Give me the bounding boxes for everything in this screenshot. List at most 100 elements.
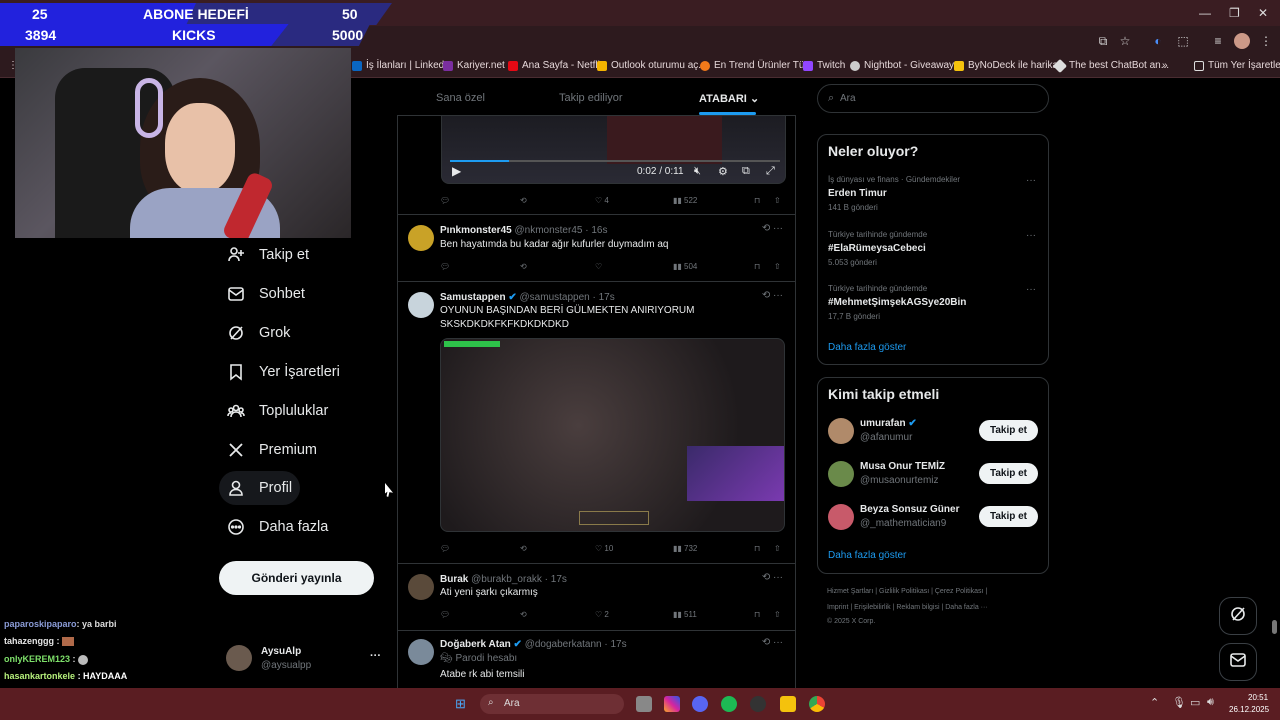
avatar[interactable] — [828, 504, 854, 530]
discord-icon[interactable] — [692, 696, 708, 712]
bookmark-chatbot[interactable]: The best ChatBot an... — [1052, 58, 1169, 73]
all-bookmarks[interactable]: Tüm Yer İşaretleri — [1194, 60, 1280, 71]
show-more-link[interactable]: Daha fazla göster — [828, 342, 906, 353]
install-icon[interactable]: ⧉ — [1095, 33, 1111, 49]
search-input[interactable]: ⌕ Ara — [817, 84, 1049, 113]
follow-button[interactable]: Takip et — [979, 463, 1038, 484]
messages-fab-button[interactable] — [1219, 643, 1257, 681]
account-more-button[interactable]: ··· — [370, 650, 381, 662]
post[interactable]: Burak @burakb_orakk · 17s ⟲ ··· Ati yeni… — [398, 564, 795, 631]
share-icon[interactable]: ⇧ — [774, 262, 781, 271]
tab-atabari[interactable]: ATABARI ⌄ — [699, 92, 759, 105]
instagram-icon[interactable] — [664, 696, 680, 712]
star-icon[interactable]: ☆ — [1117, 33, 1133, 49]
like-icon[interactable]: ♡ 2 — [595, 610, 609, 619]
views-icon[interactable]: ▮▮ 511 — [673, 610, 697, 619]
grok-fab-button[interactable] — [1219, 597, 1257, 635]
post-author[interactable]: Burak @burakb_orakk · 17s — [440, 574, 567, 585]
clock-time[interactable]: 20:51 — [1248, 693, 1268, 702]
repost-icon[interactable]: ⟲ — [520, 610, 527, 619]
tab-search-icon[interactable]: ≡ — [1210, 33, 1226, 49]
reply-icon[interactable]: 💬︎ — [440, 544, 450, 553]
bookmark-bynodeck[interactable]: ByNoDeck ile harika... — [954, 60, 1066, 71]
show-more-link[interactable]: Daha fazla göster — [828, 550, 906, 561]
trend-more-button[interactable]: ··· — [1026, 175, 1036, 186]
post-more-button[interactable]: ⟲ ··· — [762, 290, 783, 301]
avatar[interactable] — [828, 461, 854, 487]
trend-more-button[interactable]: ··· — [1026, 284, 1036, 295]
post[interactable]: Pınkmonster45 @nkmonster45 · 16s ⟲ ··· B… — [398, 215, 795, 282]
share-icon[interactable]: ⇧ — [774, 196, 781, 205]
follow-button[interactable]: Takip et — [979, 420, 1038, 441]
tray-chevron-icon[interactable]: ⌃ — [1150, 696, 1159, 709]
bookmark-outlook[interactable]: Outlook oturumu aç... — [597, 60, 707, 71]
trend-title[interactable]: #ElaRümeysaCebeci — [828, 243, 926, 254]
nav-more[interactable]: Daha fazla — [219, 510, 336, 544]
bookmark-icon[interactable]: ⊓ — [754, 610, 760, 619]
microphone-icon[interactable]: 🎙︎ — [1172, 696, 1186, 709]
footer-links[interactable]: Imprint | Erişilebilirlik | Reklam bilgi… — [827, 604, 988, 611]
post-video[interactable]: ▶ 0:02 / 0:11 🔇︎ ⚙ ⧉ ⤢ 💬︎ ⟲ ♡ 4 ▮▮ 522 ⊓… — [398, 116, 795, 215]
views-icon[interactable]: ▮▮ 732 — [673, 544, 697, 553]
nav-follow[interactable]: Takip et — [219, 238, 317, 272]
chrome-icon[interactable] — [809, 696, 825, 712]
like-icon[interactable]: ♡ 10 — [595, 544, 613, 553]
extension-icon[interactable]: ◐ — [1150, 33, 1166, 49]
trend-title[interactable]: #MehmetŞimşekAGSye20Bin — [828, 297, 966, 308]
who-name[interactable]: Beyza Sonsuz Güner — [860, 504, 959, 515]
avatar[interactable] — [408, 574, 434, 600]
reply-icon[interactable]: 💬︎ — [440, 610, 450, 619]
fullscreen-icon[interactable]: ⤢ — [766, 165, 775, 178]
bookmark-netflix[interactable]: Ana Sayfa - Netflix — [508, 60, 605, 71]
post-more-button[interactable]: ⟲ ··· — [762, 637, 783, 648]
video-player[interactable]: ▶ 0:02 / 0:11 🔇︎ ⚙ ⧉ ⤢ — [441, 116, 786, 184]
puzzle-icon[interactable]: ⬚ — [1175, 33, 1191, 49]
post-button[interactable]: Gönderi yayınla — [219, 561, 374, 595]
nav-communities[interactable]: Topluluklar — [219, 394, 336, 428]
avatar[interactable] — [408, 225, 434, 251]
account-avatar[interactable] — [226, 645, 252, 671]
menu-icon[interactable]: ⋮ — [1258, 33, 1274, 49]
bookmark-kariyer[interactable]: Kariyer.net — [443, 60, 505, 71]
bookmark-icon[interactable]: ⊓ — [754, 262, 760, 271]
play-icon[interactable]: ▶ — [452, 164, 461, 178]
tab-for-you[interactable]: Sana özel — [436, 92, 485, 104]
trend-title[interactable]: Erden Timur — [828, 188, 887, 199]
nav-premium[interactable]: Premium — [219, 433, 325, 467]
spotify-icon[interactable] — [721, 696, 737, 712]
reply-icon[interactable]: 💬︎ — [440, 262, 450, 271]
close-icon[interactable]: ✕ — [1258, 6, 1268, 20]
nav-grok[interactable]: Grok — [219, 316, 298, 350]
settings-icon[interactable]: ⚙ — [718, 165, 728, 178]
bookmark-twitch[interactable]: Twitch — [803, 60, 845, 71]
pip-icon[interactable]: ⧉ — [742, 165, 750, 178]
views-icon[interactable]: ▮▮ 522 — [673, 196, 697, 205]
footer-links[interactable]: Hizmet Şartları | Gizlilik Politikası | … — [827, 588, 987, 595]
volume-icon[interactable]: 🔊︎ — [1207, 696, 1214, 709]
views-icon[interactable]: ▮▮ 504 — [673, 262, 697, 271]
tab-following[interactable]: Takip ediliyor — [559, 92, 623, 104]
repost-icon[interactable]: ⟲ — [520, 196, 527, 205]
mute-icon[interactable]: 🔇︎ — [694, 165, 701, 178]
avatar[interactable] — [408, 292, 434, 318]
bookmark-linkedin[interactable]: İş İlanları | LinkedIn — [352, 60, 453, 71]
taskbar-search[interactable]: ⌕ Ara — [480, 694, 624, 714]
scrollbar-thumb[interactable] — [1272, 620, 1277, 634]
who-name[interactable]: umurafan ✔ — [860, 418, 917, 429]
windows-start-icon[interactable]: ⊞ — [455, 696, 466, 712]
bookmark-trendyol[interactable]: En Trend Ürünler Tü... — [700, 60, 813, 71]
post-image[interactable] — [440, 338, 785, 532]
profile-avatar[interactable] — [1234, 33, 1250, 49]
minimize-icon[interactable]: — — [1199, 6, 1211, 20]
nav-bookmarks[interactable]: Yer İşaretleri — [219, 355, 348, 389]
bookmark-icon[interactable]: ⊓ — [754, 544, 760, 553]
task-view-icon[interactable] — [636, 696, 652, 712]
file-explorer-icon[interactable] — [780, 696, 796, 712]
trend-more-button[interactable]: ··· — [1026, 230, 1036, 241]
like-icon[interactable]: ♡ — [595, 262, 602, 271]
share-icon[interactable]: ⇧ — [774, 544, 781, 553]
avatar[interactable] — [828, 418, 854, 444]
post-author[interactable]: Doğaberk Atan ✔ @dogaberkatann · 17s — [440, 639, 627, 650]
post-more-button[interactable]: ⟲ ··· — [762, 223, 783, 234]
repost-icon[interactable]: ⟲ — [520, 262, 527, 271]
